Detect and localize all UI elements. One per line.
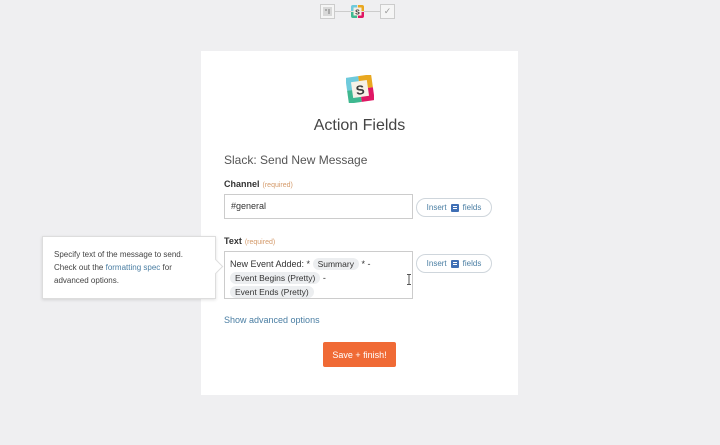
field-pill-event-begins[interactable]: Event Begins (Pretty) [230, 272, 321, 284]
text-required-tag: (required) [244, 239, 276, 246]
text-insert-fields-button[interactable]: Insert fields [416, 254, 492, 273]
text-prefix: New Event Added: * [230, 259, 311, 269]
action-fields-card: S Action Fields Slack: Send New Message … [201, 51, 518, 395]
slack-icon[interactable]: S [351, 4, 364, 18]
insert-label: Insert [426, 259, 447, 268]
channel-value: #general [231, 201, 267, 211]
channel-label: Channel (required) [224, 179, 293, 189]
channel-insert-fields-button[interactable]: Insert fields [416, 198, 492, 217]
page-title: Action Fields [313, 117, 406, 134]
insert-suffix: fields [462, 259, 482, 268]
field-pill-summary[interactable]: Summary [312, 258, 359, 270]
text-input[interactable]: New Event Added: * Summary * - Event Beg… [224, 251, 413, 299]
field-pill-event-ends[interactable]: Event Ends (Pretty) [230, 286, 314, 298]
action-subtitle: Slack: Send New Message [224, 153, 368, 167]
insert-suffix: fields [462, 203, 482, 212]
text-help-tooltip: Specify text of the message to send. Che… [42, 236, 224, 299]
schedule-icon[interactable] [320, 3, 335, 19]
page: S ✓ S Action Fields Slack: Send New Mess… [0, 0, 720, 445]
text-label-text: Text [224, 236, 242, 246]
insert-fields-icon [450, 259, 459, 268]
svg-text:S: S [355, 9, 360, 16]
save-finish-button[interactable]: Save + finish! [323, 342, 396, 367]
channel-input[interactable]: #general [224, 194, 413, 219]
check-icon[interactable]: ✓ [380, 3, 395, 19]
channel-required-tag: (required) [262, 182, 293, 189]
stepper-connector [335, 10, 351, 12]
text-mid2: - [322, 273, 326, 283]
stepper: S ✓ [320, 3, 395, 19]
channel-label-text: Channel [224, 179, 260, 189]
stepper-connector [364, 10, 380, 12]
insert-label: Insert [426, 203, 447, 212]
slack-logo-icon: S [345, 74, 375, 104]
text-mid1: * - [361, 259, 371, 269]
text-cursor-icon [406, 274, 412, 288]
formatting-spec-link[interactable]: formatting spec [106, 263, 161, 272]
insert-fields-icon [450, 203, 459, 212]
show-advanced-options-link[interactable]: Show advanced options [224, 315, 320, 325]
text-label: Text (required) [224, 236, 275, 246]
